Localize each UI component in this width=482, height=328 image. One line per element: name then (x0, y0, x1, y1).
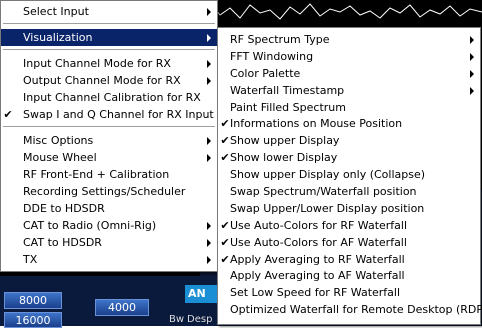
menu-item-label: Use Auto-Colors for RF Waterfall (230, 218, 408, 232)
bandwidth-label: Bw (169, 314, 185, 325)
menu-item-cat-to-hdsdr[interactable]: CAT to HDSDR (1, 234, 217, 251)
menu-item-apply-averaging-to-af-waterfall[interactable]: Apply Averaging to AF Waterfall (218, 267, 480, 284)
menu-item-show-lower-display[interactable]: ✔ Show lower Display (218, 149, 480, 166)
menu-separator (3, 49, 215, 51)
menu-item-use-auto-colors-for-af-waterfall[interactable]: ✔ Use Auto-Colors for AF Waterfall (218, 234, 480, 251)
menu-item-label: RF Spectrum Type (230, 33, 330, 46)
checkmark-icon: ✔ (3, 108, 13, 121)
checkmark-icon: ✔ (220, 117, 230, 131)
submenu-arrow-icon (207, 239, 211, 247)
frequency-4000-button[interactable]: 4000 (95, 299, 149, 316)
menu-item-visualization[interactable]: Visualization (1, 29, 217, 46)
menu-item-paint-filled-spectrum[interactable]: Paint Filled Spectrum (218, 99, 480, 116)
menu-item-label: TX (23, 253, 38, 266)
menu-item-label: Output Channel Mode for RX (23, 74, 181, 87)
menu-item-label: Apply Averaging to RF Waterfall (230, 252, 405, 266)
menu-item-dde-to-hdsdr[interactable]: DDE to HDSDR (1, 200, 217, 217)
submenu-arrow-icon (470, 86, 474, 95)
menu-item-label: Show upper Display only (Collapse) (230, 168, 426, 182)
menu-item-label: Use Auto-Colors for AF Waterfall (230, 235, 407, 249)
menu-item-label: Mouse Wheel (23, 151, 97, 164)
menu-item-informations-on-mouse-position[interactable]: ✔ Informations on Mouse Position (218, 115, 480, 132)
menu-item-label: Swap Spectrum/Waterfall position (230, 185, 417, 199)
menu-item-misc-options[interactable]: Misc Options (1, 132, 217, 149)
menu-item-label: Apply Averaging to AF Waterfall (230, 269, 405, 283)
checkmark-icon: ✔ (220, 218, 230, 232)
menu-item-label: CAT to Radio (Omni-Rig) (23, 219, 157, 232)
menu-item-label: Select Input (23, 5, 89, 18)
menu-item-rf-spectrum-type[interactable]: RF Spectrum Type (218, 31, 480, 48)
menu-item-label: Recording Settings/Scheduler (23, 185, 186, 198)
menu-item-label: Paint Filled Spectrum (230, 100, 346, 114)
submenu-arrow-icon (470, 52, 474, 61)
menu-item-recording-settings-scheduler[interactable]: Recording Settings/Scheduler (1, 183, 217, 200)
menu-item-use-auto-colors-for-rf-waterfall[interactable]: ✔ Use Auto-Colors for RF Waterfall (218, 217, 480, 234)
menu-item-show-upper-display[interactable]: ✔ Show upper Display (218, 132, 480, 149)
checkmark-icon: ✔ (220, 252, 230, 266)
menu-item-label: DDE to HDSDR (23, 202, 105, 215)
submenu-arrow-icon (470, 69, 474, 78)
display-label: Desp (187, 314, 213, 325)
menu-separator (3, 23, 215, 25)
submenu-arrow-icon (207, 8, 211, 16)
menu-item-label: RF Front-End + Calibration (23, 168, 170, 181)
menu-item-label: Informations on Mouse Position (230, 117, 403, 131)
menu-item-label: Optimized Waterfall for Remote Desktop (… (230, 303, 482, 317)
frequency-8000-button[interactable]: 8000 (4, 292, 62, 309)
submenu-arrow-icon (207, 137, 211, 145)
menu-item-label: Input Channel Calibration for RX (23, 91, 201, 104)
menu-item-label: Waterfall Timestamp (230, 83, 345, 97)
menu-item-fft-windowing[interactable]: FFT Windowing (218, 48, 480, 65)
menu-item-rf-front-end-calibration[interactable]: RF Front-End + Calibration (1, 166, 217, 183)
submenu-arrow-icon (207, 256, 211, 264)
visualization-submenu: RF Spectrum Type FFT Windowing Color Palet… (217, 27, 482, 325)
menu-item-label: Visualization (23, 31, 93, 44)
menu-item-swap-i-and-q-channel-for-rx-input[interactable]: ✔ Swap I and Q Channel for RX Input (1, 106, 217, 123)
submenu-arrow-icon (470, 36, 474, 44)
menu-item-color-palette[interactable]: Color Palette (218, 65, 480, 82)
menu-item-input-channel-calibration-for-rx[interactable]: Input Channel Calibration for RX (1, 89, 217, 106)
menu-item-label: Show upper Display (230, 134, 340, 148)
submenu-arrow-icon (207, 60, 211, 68)
checkmark-icon: ✔ (220, 235, 230, 249)
main-context-menu: Select Input Visualization Input Channel M… (0, 0, 218, 272)
checkmark-icon: ✔ (220, 134, 230, 148)
menu-item-swap-spectrum-waterfall-position[interactable]: Swap Spectrum/Waterfall position (218, 183, 480, 200)
menu-item-label: Misc Options (23, 134, 94, 147)
menu-item-mouse-wheel[interactable]: Mouse Wheel (1, 149, 217, 166)
submenu-arrow-icon (207, 77, 211, 85)
menu-item-waterfall-timestamp[interactable]: Waterfall Timestamp (218, 82, 480, 99)
menu-separator (3, 126, 215, 128)
menu-item-cat-to-radio-omni-rig[interactable]: CAT to Radio (Omni-Rig) (1, 217, 217, 234)
submenu-arrow-icon (207, 222, 211, 230)
menu-item-label: Swap I and Q Channel for RX Input (23, 108, 214, 121)
menu-item-tx[interactable]: TX (1, 251, 217, 268)
menu-item-optimized-waterfall-for-remote-desktop-rdp[interactable]: Optimized Waterfall for Remote Desktop (… (218, 301, 482, 318)
menu-item-label: Show lower Display (230, 151, 338, 165)
checkmark-icon: ✔ (220, 151, 230, 165)
menu-item-label: CAT to HDSDR (23, 236, 102, 249)
menu-item-select-input[interactable]: Select Input (1, 3, 217, 20)
submenu-arrow-icon (207, 154, 211, 162)
menu-item-label: Set Low Speed for RF Waterfall (230, 286, 401, 300)
menu-item-apply-averaging-to-rf-waterfall[interactable]: ✔ Apply Averaging to RF Waterfall (218, 251, 480, 268)
menu-item-input-channel-mode-for-rx[interactable]: Input Channel Mode for RX (1, 55, 217, 72)
menu-item-output-channel-mode-for-rx[interactable]: Output Channel Mode for RX (1, 72, 217, 89)
menu-item-set-low-speed-for-rf-waterfall[interactable]: Set Low Speed for RF Waterfall (218, 284, 480, 301)
menu-item-swap-upper-lower-display-position[interactable]: Swap Upper/Lower Display position (218, 200, 480, 217)
menu-item-label: Input Channel Mode for RX (23, 57, 171, 70)
submenu-arrow-icon (207, 34, 211, 42)
menu-item-label: FFT Windowing (230, 49, 314, 63)
menu-item-label: Swap Upper/Lower Display position (230, 201, 425, 215)
an-button[interactable]: AN (185, 285, 219, 303)
menu-item-label: Color Palette (230, 66, 301, 80)
menu-item-show-upper-display-only-collapse[interactable]: Show upper Display only (Collapse) (218, 166, 480, 183)
